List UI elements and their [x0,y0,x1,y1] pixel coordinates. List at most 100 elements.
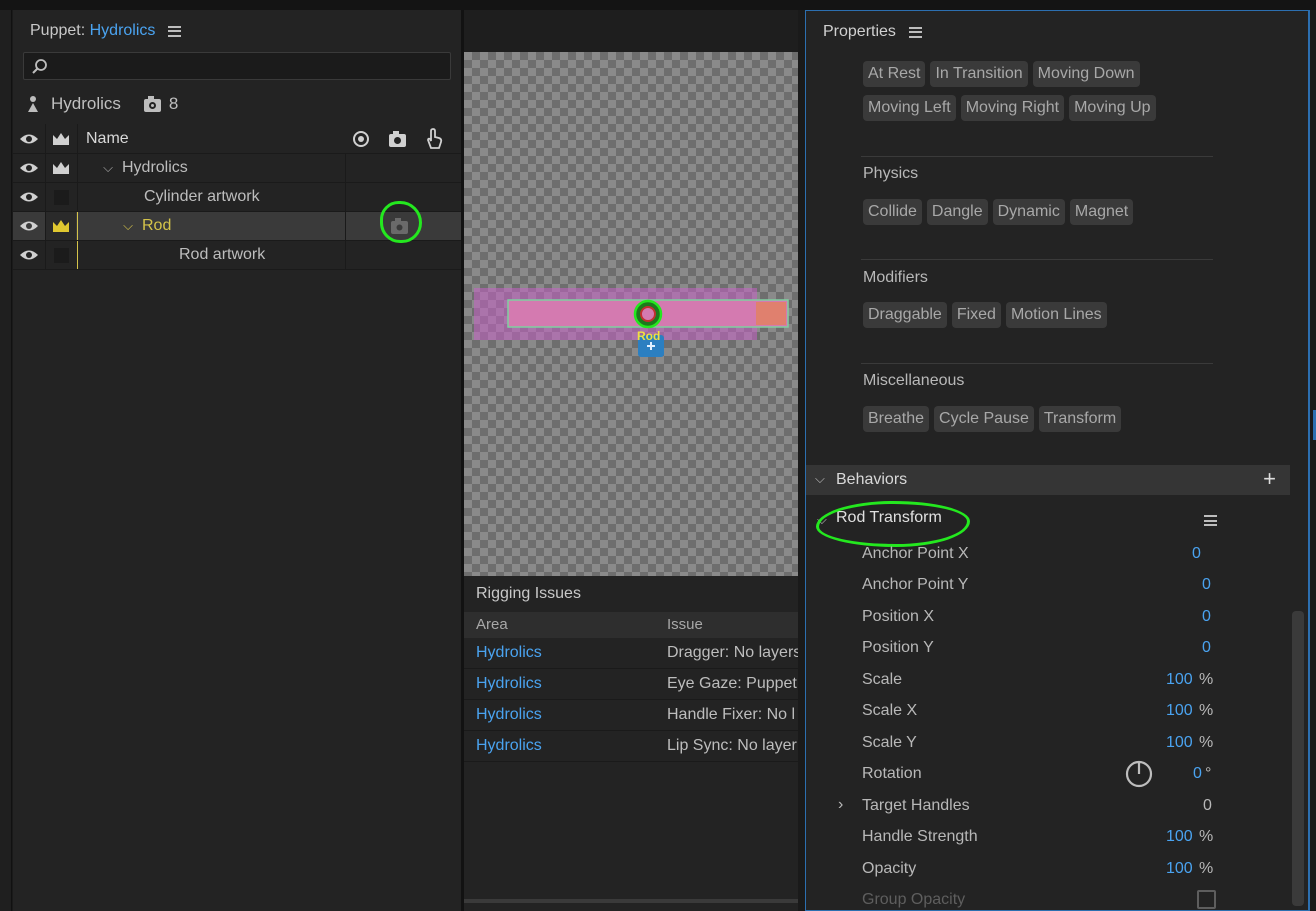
tag-button[interactable]: Motion Lines [1005,302,1107,328]
tag-button[interactable]: Moving Up [1069,95,1156,121]
layer-row[interactable]: Rod artwork [13,241,461,270]
tag-button[interactable]: Cycle Pause [934,406,1034,432]
chevron-down-icon[interactable]: ⌵ [100,160,116,176]
layer-table-header: Name [13,124,461,154]
add-behavior-icon[interactable]: + [1263,468,1276,490]
chevron-down-icon[interactable]: ⌵ [120,218,136,234]
issue-text: Eye Gaze: Puppet [667,675,797,692]
behaviors-section-header[interactable]: ⌵ Behaviors + [806,465,1290,495]
group-opacity-checkbox[interactable] [1197,890,1216,909]
issue-area-link[interactable]: Hydrolics [476,669,542,699]
tag-button[interactable]: Moving Left [863,95,956,121]
eye-column-icon[interactable] [13,124,44,153]
rigging-row[interactable]: Hydrolics Eye Gaze: Puppet [464,669,798,700]
visibility-eye-icon[interactable] [13,154,44,182]
tag-button[interactable]: Transform [1038,406,1122,432]
crown-toggle-empty[interactable] [45,241,76,269]
visibility-eye-icon[interactable] [13,183,44,211]
handle-label: Rod [637,329,661,343]
param-value[interactable]: 100 [1166,860,1193,878]
rigging-row[interactable]: Hydrolics Handle Fixer: No l [464,700,798,731]
param-rotation: Rotation 0 ° [862,759,1214,789]
issue-text: Dragger: No layers [667,644,798,661]
param-value[interactable]: 0 [1192,545,1201,563]
tag-button[interactable]: Collide [863,199,922,225]
tag-button[interactable]: Moving Right [960,95,1065,121]
search-input[interactable] [23,52,451,80]
name-column-header[interactable]: Name [77,124,345,153]
param-value[interactable]: 0 [1202,639,1211,657]
param-value[interactable]: 100 [1166,734,1193,752]
tag-row: Draggable Fixed Motion Lines [863,302,1107,328]
layer-row[interactable]: ⌵ Hydrolics [13,154,461,183]
puppet-scene-canvas[interactable]: Rod [464,52,798,576]
chevron-down-icon[interactable]: ⌵ [815,471,825,487]
param-value[interactable]: 100 [1166,671,1193,689]
param-unit: % [1199,702,1214,719]
param-scale-x: Scale X 100 % [862,702,1214,720]
rigging-row[interactable]: Hydrolics Dragger: No layers [464,638,798,669]
tag-button[interactable]: Magnet [1069,199,1134,225]
tag-button[interactable]: At Rest [863,61,926,87]
tag-button[interactable]: Fixed [951,302,1001,328]
hand-drag-icon[interactable] [424,127,444,150]
search-icon [32,59,47,74]
param-value[interactable]: 0 [1202,576,1211,594]
puppet-title-name[interactable]: Hydrolics [90,22,156,40]
issue-column-header[interactable]: Issue [667,616,703,633]
top-strip [0,0,1316,10]
visibility-eye-icon[interactable] [13,212,44,240]
properties-header: Properties [806,11,1308,53]
param-position-x: Position X 0 [862,608,1211,626]
tag-button[interactable]: Dynamic [992,199,1065,225]
rigging-issues-panel: Rigging Issues Area Issue Hydrolics Drag… [464,576,798,911]
origin-icon[interactable] [352,130,370,148]
issue-area-link[interactable]: Hydrolics [476,731,542,761]
layer-row-selected[interactable]: ⌵ Rod [13,201,461,243]
rigging-table-header: Area Issue [464,612,798,638]
param-anchor-point-x: Anchor Point X 0 [862,545,1201,563]
scene-artwork [474,288,789,357]
right-edge [1311,10,1316,911]
vertical-scrollbar[interactable] [1292,611,1304,906]
visibility-eye-icon[interactable] [13,241,44,269]
modifiers-group-title: Modifiers [863,269,928,286]
rotation-dial-icon[interactable] [1124,759,1154,789]
param-unit: % [1199,734,1214,751]
panel-menu-icon[interactable] [908,26,922,38]
tag-button[interactable]: Moving Down [1032,61,1140,87]
tag-row: Moving Left Moving Right Moving Up [863,95,1156,121]
tag-button[interactable]: In Transition [930,61,1028,87]
panel-menu-icon[interactable] [168,25,182,37]
area-column-header[interactable]: Area [476,616,508,633]
divider [861,259,1213,260]
param-unit: % [1199,828,1214,845]
param-value[interactable]: 0 [1193,765,1202,783]
behaviors-label: Behaviors [836,471,908,488]
issue-area-link[interactable]: Hydrolics [476,700,542,730]
layer-tags-cell [345,241,461,269]
tag-button[interactable]: Breathe [863,406,930,432]
crown-column-icon[interactable] [45,124,76,153]
crown-toggle-empty[interactable] [45,183,76,211]
crown-icon[interactable] [45,154,76,182]
chevron-right-icon[interactable]: › [838,796,843,814]
layer-tags-cell [345,201,461,243]
camera-behavior-icon[interactable] [388,130,408,148]
issue-area-link[interactable]: Hydrolics [476,638,542,668]
param-value[interactable]: 0 [1202,608,1211,626]
puppet-icon [28,96,38,112]
param-value[interactable]: 100 [1166,828,1193,846]
param-handle-strength: Handle Strength 100 % [862,828,1214,846]
divider [861,363,1213,364]
tag-row: Breathe Cycle Pause Transform [863,406,1122,432]
tag-button[interactable]: Dangle [926,199,988,225]
behavior-menu-icon[interactable] [1204,515,1217,526]
param-value[interactable]: 100 [1166,702,1193,720]
param-unit: % [1199,860,1214,877]
crown-icon-active[interactable] [45,212,76,240]
horizontal-scrollbar[interactable] [464,899,798,903]
rigging-row[interactable]: Hydrolics Lip Sync: No layer [464,731,798,762]
tag-button[interactable]: Draggable [863,302,947,328]
puppet-title-prefix: Puppet: [30,22,86,39]
